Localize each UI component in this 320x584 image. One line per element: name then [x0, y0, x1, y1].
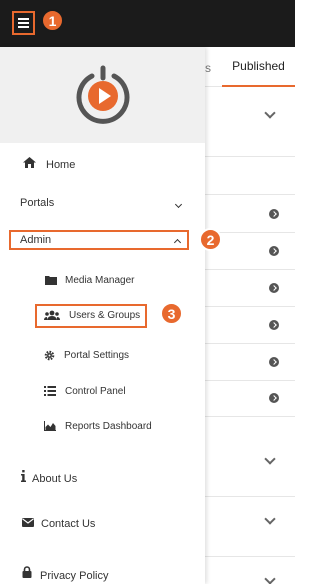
background-row: [205, 381, 295, 417]
nav-label-about-us: About Us: [32, 473, 78, 485]
nav-item-media-manager[interactable]: Media Manager: [0, 271, 205, 291]
background-page: s Published: [205, 47, 295, 584]
chevron-down-icon: [174, 200, 183, 209]
nav-item-portal-settings[interactable]: Portal Settings: [0, 346, 205, 366]
background-row: [205, 497, 295, 557]
lock-icon: [22, 566, 32, 578]
step-badge-2: 2: [199, 228, 222, 251]
nav-label-media-manager: Media Manager: [65, 275, 135, 286]
nav-item-control-panel[interactable]: Control Panel: [0, 382, 205, 402]
nav-label-users-groups: Users & Groups: [69, 310, 141, 321]
tab-published[interactable]: Published: [222, 47, 295, 87]
nav-label-contact-us: Contact Us: [41, 518, 96, 530]
chevron-down-icon[interactable]: [264, 573, 276, 584]
nav-item-contact-us[interactable]: Contact Us: [0, 513, 205, 537]
nav-item-portals[interactable]: Portals: [0, 191, 205, 217]
hamburger-menu-button[interactable]: [12, 11, 35, 35]
folder-icon: [45, 276, 57, 285]
arrow-circle-icon[interactable]: [269, 209, 279, 219]
nav-item-home[interactable]: Home: [0, 152, 205, 178]
background-row: [205, 307, 295, 344]
nav-label-admin: Admin: [20, 234, 52, 246]
logo-area: [0, 47, 205, 143]
chevron-up-icon: [173, 238, 182, 247]
gear-icon: [44, 350, 55, 361]
nav-item-privacy-policy[interactable]: Privacy Policy: [0, 564, 205, 584]
area-chart-icon: [44, 421, 56, 431]
home-icon: [23, 157, 36, 168]
background-row: [205, 87, 295, 157]
chevron-down-icon[interactable]: [264, 453, 276, 465]
background-row: [205, 195, 295, 233]
nav-label-portals: Portals: [20, 197, 55, 209]
background-row: [205, 344, 295, 381]
nav-label-portal-settings: Portal Settings: [64, 350, 130, 361]
chevron-down-icon[interactable]: [264, 107, 276, 119]
background-row: [205, 270, 295, 307]
arrow-circle-icon[interactable]: [269, 320, 279, 330]
step-badge-1: 1: [41, 9, 64, 32]
arrow-circle-icon[interactable]: [269, 393, 279, 403]
nav-item-reports-dashboard[interactable]: Reports Dashboard: [0, 417, 205, 437]
nav-item-admin[interactable]: Admin: [0, 230, 205, 250]
nav-label-reports-dashboard: Reports Dashboard: [65, 421, 152, 432]
tab-partial[interactable]: s: [205, 61, 211, 75]
chevron-down-icon[interactable]: [264, 513, 276, 525]
nav-label-privacy-policy: Privacy Policy: [40, 570, 109, 582]
hamburger-icon: [18, 18, 29, 28]
arrow-circle-icon[interactable]: [269, 357, 279, 367]
top-bar: 1: [0, 0, 295, 47]
users-icon: [44, 310, 60, 320]
info-icon: [21, 470, 26, 482]
background-row: [205, 157, 295, 195]
nav-item-about-us[interactable]: About Us: [0, 468, 205, 492]
nav-label-control-panel: Control Panel: [65, 386, 126, 397]
background-row: [205, 417, 295, 497]
envelope-icon: [22, 518, 34, 527]
arrow-circle-icon[interactable]: [269, 246, 279, 256]
list-icon: [44, 386, 56, 396]
background-tabs: s Published: [205, 47, 295, 87]
step-badge-3: 3: [160, 302, 183, 325]
arrow-circle-icon[interactable]: [269, 283, 279, 293]
play-logo-icon: [76, 65, 129, 124]
nav-label-home: Home: [46, 159, 76, 171]
